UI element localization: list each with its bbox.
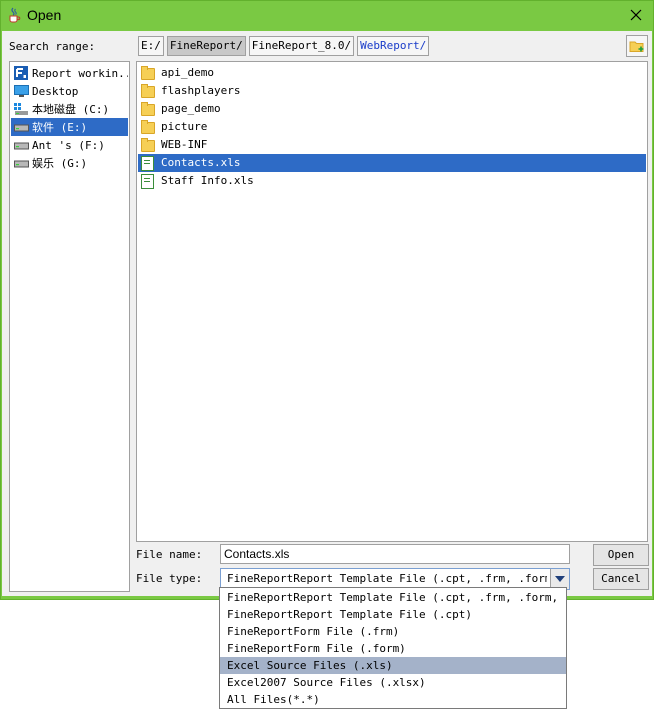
file-name-label: File name: (136, 548, 203, 561)
dialog-body: Search range: E:/ FineReport/ FineReport… (2, 31, 652, 596)
breadcrumb-e-drive[interactable]: E:/ (138, 36, 164, 56)
search-range-label: Search range: (9, 40, 96, 53)
breadcrumb: E:/ FineReport/ FineReport_8.0/ WebRepor… (138, 36, 430, 56)
file-name-input[interactable]: Contacts.xls (220, 544, 570, 564)
file-name: page_demo (161, 102, 221, 115)
file-name: Staff Info.xls (161, 174, 254, 187)
list-item[interactable]: flashplayers (138, 82, 242, 100)
new-folder-icon (629, 41, 644, 52)
excel-file-icon (141, 174, 154, 189)
file-name: api_demo (161, 66, 214, 79)
location-sidebar: Report workin... Desktop 本地磁盘 (C:) 软件 (E… (9, 61, 130, 592)
sidebar-item-drive-c[interactable]: 本地磁盘 (C:) (11, 100, 128, 118)
breadcrumb-finereport[interactable]: FineReport/ (166, 36, 246, 56)
report-icon (13, 66, 29, 80)
file-name: flashplayers (161, 84, 241, 97)
excel-file-icon (141, 156, 154, 171)
sidebar-item-label: Desktop (32, 84, 79, 98)
file-type-option[interactable]: Excel2007 Source Files (.xlsx) (220, 674, 566, 691)
file-name: Contacts.xls (161, 156, 241, 169)
file-type-option[interactable]: FineReportForm File (.form) (220, 640, 566, 657)
folder-icon (141, 138, 155, 152)
list-item[interactable]: page_demo (138, 100, 223, 118)
chevron-down-icon (555, 576, 565, 582)
sidebar-item-drive-e[interactable]: 软件 (E:) (11, 118, 128, 136)
cancel-button[interactable]: Cancel (593, 568, 649, 590)
close-icon (630, 9, 642, 21)
list-item[interactable]: api_demo (138, 64, 216, 82)
desktop-icon (13, 84, 29, 98)
sidebar-item-report-working[interactable]: Report workin... (11, 64, 128, 82)
sidebar-item-drive-g[interactable]: 娱乐 (G:) (11, 154, 128, 172)
new-folder-button[interactable] (626, 35, 648, 57)
file-type-option[interactable]: All Files(*.*) (220, 691, 566, 708)
sidebar-item-label: 本地磁盘 (C:) (32, 103, 110, 116)
dropdown-arrow[interactable] (550, 569, 569, 589)
sidebar-item-label: Report workin... (32, 66, 128, 80)
open-button[interactable]: Open (593, 544, 649, 566)
file-name: WEB-INF (161, 138, 208, 151)
close-button[interactable] (623, 3, 649, 27)
folder-icon (141, 66, 155, 80)
file-type-option[interactable]: FineReportReport Template File (.cpt) (220, 606, 566, 623)
breadcrumb-finereport-8[interactable]: FineReport_8.0/ (248, 36, 355, 56)
open-dialog: Open Search range: E:/ FineReport/ FineR… (0, 0, 654, 600)
sidebar-item-label: 娱乐 (G:) (32, 157, 88, 170)
drive-icon (13, 138, 29, 152)
folder-icon (141, 120, 155, 134)
drive-icon (13, 156, 29, 170)
drive-icon (13, 120, 29, 134)
folder-icon (141, 102, 155, 116)
sidebar-item-label: Ant 's (F:) (32, 138, 105, 152)
folder-icon (141, 84, 155, 98)
window-title: Open (27, 7, 62, 23)
drive-icon (13, 102, 29, 116)
file-type-option[interactable]: FineReportReport Template File (.cpt, .f… (220, 589, 566, 606)
file-type-value: FineReportReport Template File (.cpt, .f… (227, 572, 547, 585)
list-item[interactable]: Contacts.xls (138, 154, 646, 172)
file-list: api_demo flashplayers page_demo picture … (136, 61, 648, 542)
list-item[interactable]: WEB-INF (138, 136, 209, 154)
java-cup-icon (9, 7, 21, 23)
sidebar-item-drive-f[interactable]: Ant 's (F:) (11, 136, 128, 154)
file-type-option[interactable]: FineReportForm File (.frm) (220, 623, 566, 640)
list-item[interactable]: Staff Info.xls (138, 172, 256, 190)
list-item[interactable]: picture (138, 118, 209, 136)
file-type-option-highlighted[interactable]: Excel Source Files (.xls) (220, 657, 566, 674)
file-name: picture (161, 120, 208, 133)
breadcrumb-webreport[interactable]: WebReport/ (357, 36, 430, 56)
file-type-dropdown: FineReportReport Template File (.cpt, .f… (219, 587, 567, 709)
title-bar[interactable]: Open (1, 1, 653, 30)
sidebar-item-label: 软件 (E:) (32, 121, 88, 134)
file-type-label: File type: (136, 572, 203, 585)
sidebar-item-desktop[interactable]: Desktop (11, 82, 128, 100)
